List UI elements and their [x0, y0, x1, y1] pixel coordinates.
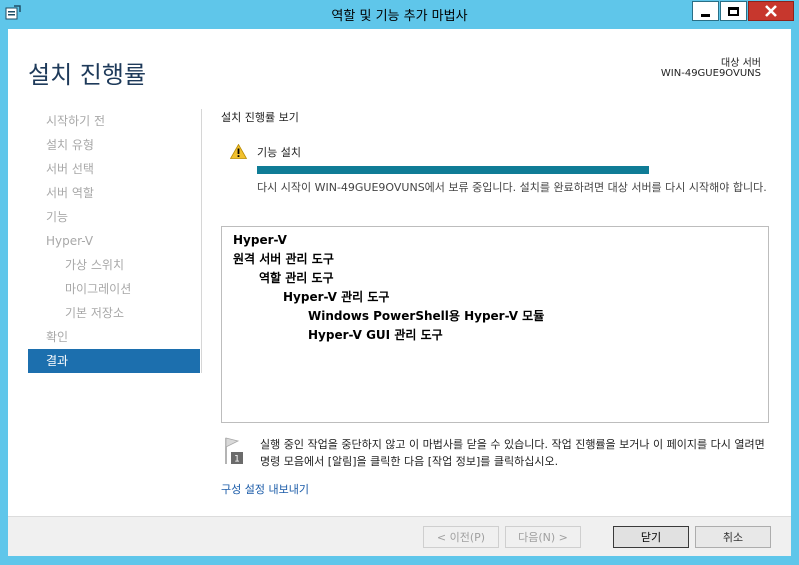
minimize-button[interactable] — [692, 1, 719, 21]
list-item: Hyper-V — [233, 233, 287, 247]
wizard-nav: 시작하기 전 설치 유형 서버 선택 서버 역할 기능 Hyper-V 가상 스… — [28, 109, 200, 373]
nav-item-server-selection[interactable]: 서버 선택 — [28, 157, 200, 181]
maximize-button[interactable] — [720, 1, 747, 21]
restart-pending-message: 다시 시작이 WIN-49GUE9OVUNS에서 보류 중입니다. 설치를 완료… — [257, 181, 767, 194]
nav-item-results[interactable]: 결과 — [28, 349, 200, 373]
list-item: Hyper-V 관리 도구 — [283, 290, 390, 304]
nav-item-migration[interactable]: 마이그레이션 — [28, 277, 200, 301]
target-server-label: 대상 서버 — [721, 58, 761, 69]
nav-item-server-roles[interactable]: 서버 역할 — [28, 181, 200, 205]
close-button[interactable]: 닫기 — [613, 526, 689, 548]
nav-divider — [201, 109, 202, 373]
results-list[interactable]: Hyper-V 원격 서버 관리 도구 역할 관리 도구 Hyper-V 관리 … — [221, 226, 769, 423]
progress-fill — [257, 166, 649, 174]
nav-item-features[interactable]: 기능 — [28, 205, 200, 229]
maximize-icon — [728, 6, 739, 16]
cancel-button[interactable]: 취소 — [695, 526, 771, 548]
previous-button[interactable]: < 이전(P) — [423, 526, 499, 548]
wizard-footer: < 이전(P) 다음(N) > 닫기 취소 — [8, 516, 791, 556]
nav-item-before-you-begin[interactable]: 시작하기 전 — [28, 109, 200, 133]
wizard-window: 역할 및 기능 추가 마법사 설치 진행률 대상 서버 WIN-49GUE9OV… — [0, 0, 799, 565]
export-configuration-link[interactable]: 구성 설정 내보내기 — [221, 481, 309, 497]
list-item: Hyper-V GUI 관리 도구 — [308, 328, 443, 342]
list-item: Windows PowerShell용 Hyper-V 모듈 — [308, 309, 545, 323]
nav-item-virtual-switches[interactable]: 가상 스위치 — [28, 253, 200, 277]
warning-icon — [230, 144, 247, 159]
nav-item-installation-type[interactable]: 설치 유형 — [28, 133, 200, 157]
page-title: 설치 진행률 — [28, 61, 147, 89]
install-progress-bar — [257, 166, 649, 174]
wizard-client-area: 설치 진행률 대상 서버 WIN-49GUE9OVUNS 시작하기 전 설치 유… — [8, 29, 791, 556]
section-title: 설치 진행률 보기 — [221, 111, 299, 124]
status-label: 기능 설치 — [257, 146, 301, 159]
nav-item-default-stores[interactable]: 기본 저장소 — [28, 301, 200, 325]
target-server-name: WIN-49GUE9OVUNS — [660, 68, 761, 79]
close-window-button[interactable] — [748, 1, 794, 21]
next-button[interactable]: 다음(N) > — [505, 526, 581, 548]
minimize-icon — [701, 13, 710, 17]
close-icon — [765, 5, 777, 17]
window-title: 역할 및 기능 추가 마법사 — [331, 9, 468, 24]
notification-badge: 1 — [234, 455, 240, 465]
list-item: 원격 서버 관리 도구 — [233, 252, 334, 266]
list-item: 역할 관리 도구 — [259, 271, 334, 285]
notification-flag-icon: 1 — [225, 437, 243, 465]
info-message: 실행 중인 작업을 중단하지 않고 이 마법사를 닫을 수 있습니다. 작업 진… — [260, 438, 765, 468]
nav-item-confirmation[interactable]: 확인 — [28, 325, 200, 349]
nav-item-hyper-v[interactable]: Hyper-V — [28, 229, 200, 253]
results-content: 설치 진행률 보기 기능 설치 다시 시작이 WIN-49GUE9OVUNS에서… — [221, 109, 771, 496]
title-bar[interactable]: 역할 및 기능 추가 마법사 — [0, 0, 799, 28]
